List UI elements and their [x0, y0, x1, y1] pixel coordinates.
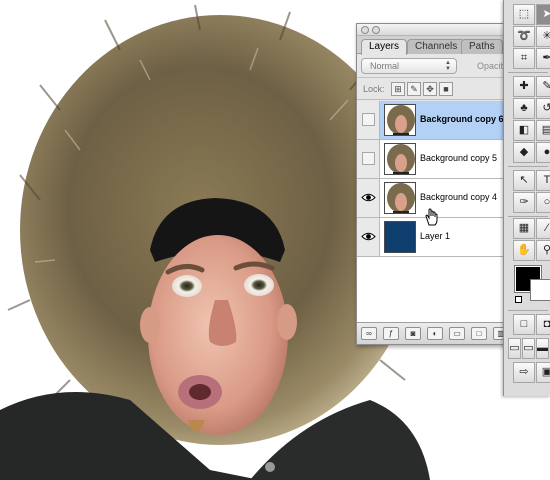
tab-channels[interactable]: Channels [407, 39, 466, 54]
pen-icon[interactable]: ✑ [513, 192, 535, 213]
visibility-cell[interactable] [357, 218, 380, 256]
palette-bottom-bar: ∞ ƒ ◙ ◐ ▭ □ ▥ [357, 322, 509, 344]
layer-name: Background copy 6 [420, 114, 504, 124]
screen-mode-menubar-icon[interactable]: ▭ [522, 338, 535, 359]
type-icon[interactable]: T [536, 170, 550, 191]
blend-mode-select[interactable]: Normal ▲ ▼ [361, 58, 457, 74]
layer-thumbnail [384, 182, 416, 214]
photo-thumbnail-icon [387, 105, 415, 135]
quick-mask-icon[interactable]: ◘ [536, 314, 550, 335]
layer-thumbnail [384, 104, 416, 136]
notes-icon[interactable]: ▦ [513, 218, 535, 239]
visibility-cell[interactable] [357, 101, 380, 139]
visibility-cell[interactable] [357, 179, 380, 217]
lock-label: Lock: [363, 84, 385, 94]
visibility-toggle[interactable] [362, 113, 375, 126]
layers-palette: Layers Channels Paths Normal ▲ ▼ Opacit L… [356, 23, 510, 345]
new-group-icon[interactable]: ▭ [449, 327, 465, 340]
eyedropper-icon[interactable]: ⁄ [536, 218, 550, 239]
new-layer-icon[interactable]: □ [471, 327, 487, 340]
brush-icon[interactable]: ✎ [536, 76, 550, 97]
stamp-icon[interactable]: ♣ [513, 98, 535, 119]
close-button[interactable] [361, 26, 369, 34]
lock-position-icon[interactable]: ✥ [423, 82, 437, 96]
zoom-icon[interactable]: ⚲ [536, 240, 550, 261]
path-select-icon[interactable]: ↖ [513, 170, 535, 191]
tab-layers[interactable]: Layers [361, 39, 408, 55]
palette-tab-bar: Layers Channels Paths [357, 36, 509, 55]
screen-mode-standard-icon[interactable]: ▭ [508, 338, 521, 359]
default-colors-icon[interactable] [515, 296, 522, 303]
lock-all-icon[interactable]: ■ [439, 82, 453, 96]
layer-name: Background copy 5 [420, 153, 498, 163]
healing-brush-icon[interactable]: ✚ [513, 76, 535, 97]
background-color-swatch[interactable] [530, 279, 550, 301]
layer-style-icon[interactable]: ƒ [383, 327, 399, 340]
shape-icon[interactable]: ○ [536, 192, 550, 213]
history-brush-icon[interactable]: ↺ [536, 98, 550, 119]
layer-row-background-copy-6[interactable]: Background copy 6 [357, 101, 509, 140]
photo-thumbnail-icon [387, 183, 415, 213]
tool-separator [508, 216, 548, 217]
minimize-button[interactable] [372, 26, 380, 34]
select-arrows-icon: ▲ ▼ [445, 60, 451, 72]
eye-icon[interactable] [361, 231, 376, 242]
link-layers-icon[interactable]: ∞ [361, 327, 377, 340]
opacity-label: Opacit [477, 61, 504, 71]
visibility-toggle[interactable] [362, 152, 375, 165]
blend-mode-value: Normal [370, 61, 400, 71]
standard-mode-icon[interactable]: □ [513, 314, 535, 335]
dodge-icon[interactable]: ● [536, 142, 550, 163]
move-icon[interactable]: ➤ [536, 4, 550, 25]
screen-mode-full-icon[interactable]: ▬ [536, 338, 549, 359]
palette-title-bar[interactable] [357, 24, 509, 36]
adjustment-layer-icon[interactable]: ◐ [427, 327, 443, 340]
lock-transparency-icon[interactable]: ⊞ [391, 82, 405, 96]
blur-icon[interactable]: ◆ [513, 142, 535, 163]
tool-separator [508, 166, 548, 167]
lasso-icon[interactable]: ➰ [513, 26, 535, 47]
layer-thumbnail [384, 143, 416, 175]
slice-icon[interactable]: ✒ [536, 48, 550, 69]
layer-thumbnail-solid [384, 221, 416, 253]
layer-name: Layer 1 [420, 231, 451, 241]
layer-mask-icon[interactable]: ◙ [405, 327, 421, 340]
tools-palette: ⬚ ➤ ➰ ✳ ⌗ ✒ ✚ ✎ ♣ ↺ ◧ ▤ ◆ ● ↖ T ✑ ○ ▦ ⁄ … [503, 0, 550, 396]
marquee-icon[interactable]: ⬚ [513, 4, 535, 25]
tool-separator [508, 72, 548, 73]
jump-icon[interactable]: ▣ [536, 362, 550, 383]
tab-paths[interactable]: Paths [461, 39, 503, 54]
crop-icon[interactable]: ⌗ [513, 48, 535, 69]
blend-options-row: Normal ▲ ▼ Opacit [357, 54, 509, 78]
lock-image-icon[interactable]: ✎ [407, 82, 421, 96]
visibility-cell[interactable] [357, 140, 380, 178]
eye-icon[interactable] [361, 192, 376, 203]
magic-wand-icon[interactable]: ✳ [536, 26, 550, 47]
layer-name: Background copy 4 [420, 192, 498, 202]
photo-thumbnail-icon [387, 144, 415, 174]
eraser-icon[interactable]: ◧ [513, 120, 535, 141]
lock-row: Lock: ⊞ ✎ ✥ ■ [357, 78, 509, 100]
tool-separator [508, 310, 548, 311]
hand-icon[interactable]: ✋ [513, 240, 535, 261]
gradient-icon[interactable]: ▤ [536, 120, 550, 141]
hand-cursor-icon [425, 208, 438, 226]
imageready-icon[interactable]: ⇨ [513, 362, 535, 383]
layer-row-background-copy-5[interactable]: Background copy 5 [357, 140, 509, 179]
